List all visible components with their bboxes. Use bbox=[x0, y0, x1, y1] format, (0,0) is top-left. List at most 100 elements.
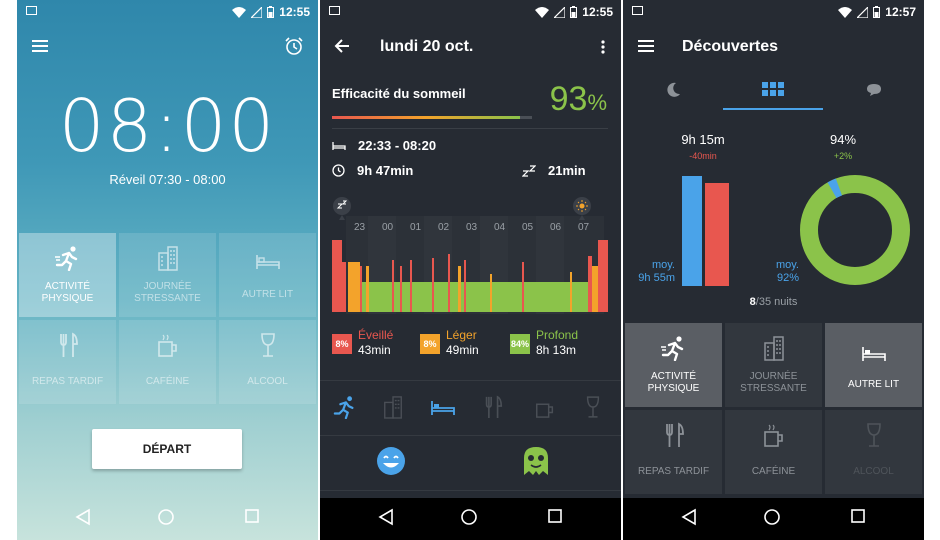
hour-label: 05 bbox=[522, 222, 534, 233]
coffee-icon[interactable] bbox=[534, 395, 556, 419]
legend-awake: 8% Éveillé 43min bbox=[332, 328, 393, 358]
hour-label: 02 bbox=[438, 222, 450, 233]
back-icon[interactable] bbox=[75, 508, 91, 526]
hour-label: 04 bbox=[494, 222, 506, 233]
back-icon[interactable] bbox=[681, 508, 697, 526]
wine-glass-icon[interactable] bbox=[584, 395, 602, 419]
tile-other-bed[interactable]: AUTRE LIT bbox=[219, 233, 316, 317]
app-bar: Découvertes bbox=[623, 24, 924, 70]
wifi-icon bbox=[838, 6, 853, 18]
tile-label: JOURNÉE STRESSANTE bbox=[740, 371, 807, 394]
tile-stressful-day[interactable]: JOURNÉE STRESSANTE bbox=[119, 233, 216, 317]
tile-alcohol[interactable]: ALCOOL bbox=[219, 320, 316, 404]
start-button[interactable]: DÉPART bbox=[92, 429, 242, 469]
tile-physical-activity[interactable]: ACTIVITÉ PHYSIQUE bbox=[19, 233, 116, 317]
running-icon bbox=[54, 246, 77, 271]
running-icon[interactable] bbox=[332, 395, 358, 419]
tile-caffeine[interactable]: CAFÉINE bbox=[119, 320, 216, 404]
status-time: 12:57 bbox=[885, 5, 916, 19]
awake-time: 43min bbox=[358, 343, 391, 357]
duration-avg-label: moy. bbox=[651, 259, 675, 271]
efficiency-average: moy. 92% bbox=[763, 259, 799, 285]
nights-total: /35 nuits bbox=[755, 296, 798, 308]
tile-physical-activity[interactable]: ACTIVITÉ PHYSIQUE bbox=[625, 323, 722, 407]
tab-bar bbox=[623, 70, 924, 110]
zzz-icon bbox=[522, 164, 536, 177]
notification-image-icon bbox=[632, 6, 643, 15]
tile-label: REPAS TARDIF bbox=[31, 376, 104, 387]
tile-late-meal[interactable]: REPAS TARDIF bbox=[19, 320, 116, 404]
tab-factors[interactable] bbox=[723, 70, 823, 110]
efficiency-label: Efficacité du sommeil bbox=[332, 86, 466, 101]
tile-label: AUTRE LIT bbox=[241, 289, 294, 300]
signal-icon bbox=[251, 6, 263, 18]
factor-grid: ACTIVITÉ PHYSIQUE JOURNÉE STRESSANTE AUT… bbox=[625, 323, 922, 494]
tile-stressful-day[interactable]: JOURNÉE STRESSANTE bbox=[725, 323, 822, 407]
home-icon[interactable] bbox=[460, 508, 478, 526]
tab-nights[interactable] bbox=[623, 70, 723, 110]
factors-row bbox=[320, 380, 621, 436]
tab-comments[interactable] bbox=[824, 70, 924, 110]
wine-glass-icon bbox=[866, 423, 881, 447]
fall-asleep-time: 21min bbox=[548, 163, 586, 178]
home-icon[interactable] bbox=[763, 508, 781, 526]
efficiency-unit: % bbox=[587, 90, 607, 115]
hour-label: 23 bbox=[354, 222, 366, 233]
hour-labels: 23 00 01 02 03 04 05 06 07 bbox=[354, 222, 590, 233]
donut-ring bbox=[800, 175, 910, 285]
menu-icon[interactable] bbox=[32, 40, 48, 52]
tile-caffeine[interactable]: CAFÉINE bbox=[725, 410, 822, 494]
efficiency-donut bbox=[800, 175, 910, 285]
duration-bar-average bbox=[705, 183, 729, 286]
deep-sleep-band bbox=[358, 282, 600, 312]
back-icon[interactable] bbox=[378, 508, 394, 526]
building-icon bbox=[157, 246, 178, 271]
recent-apps-icon[interactable] bbox=[547, 508, 563, 524]
tile-alcohol[interactable]: ALCOOL bbox=[825, 410, 922, 494]
notification-image-icon bbox=[26, 6, 37, 15]
bed-icon[interactable] bbox=[430, 399, 456, 417]
tile-label: CAFÉINE bbox=[145, 376, 190, 387]
alarm-clock-icon[interactable] bbox=[284, 36, 304, 56]
hour-label: 06 bbox=[550, 222, 562, 233]
tile-other-bed[interactable]: AUTRE LIT bbox=[825, 323, 922, 407]
menu-icon[interactable] bbox=[638, 40, 654, 52]
tile-late-meal[interactable]: REPAS TARDIF bbox=[625, 410, 722, 494]
building-icon bbox=[763, 336, 784, 361]
back-arrow-icon[interactable] bbox=[334, 38, 350, 54]
hour-label: 07 bbox=[578, 222, 590, 233]
signal-icon bbox=[554, 6, 566, 18]
recent-apps-icon[interactable] bbox=[244, 508, 260, 524]
efficiency-bar bbox=[332, 116, 520, 119]
divider bbox=[332, 128, 608, 129]
bed-icon bbox=[861, 347, 886, 361]
bed-icon bbox=[255, 255, 280, 269]
light-pct: 8% bbox=[420, 334, 440, 354]
wifi-icon bbox=[535, 6, 550, 18]
efficiency-value: 93% bbox=[550, 80, 607, 119]
ghost-icon[interactable] bbox=[522, 445, 550, 477]
deep-label: Profond bbox=[536, 328, 579, 342]
legend-light: 8% Léger 49min bbox=[420, 328, 479, 358]
alarm-time[interactable]: 08:00 bbox=[17, 84, 318, 168]
nav-bar bbox=[623, 498, 924, 540]
fork-knife-icon[interactable] bbox=[482, 395, 504, 419]
home-icon[interactable] bbox=[157, 508, 175, 526]
efficiency-value: 94% bbox=[829, 132, 857, 147]
more-options-icon[interactable] bbox=[601, 40, 605, 54]
recent-apps-icon[interactable] bbox=[850, 508, 866, 524]
duration-bar-chart bbox=[682, 176, 729, 286]
deep-time: 8h 13m bbox=[536, 343, 577, 357]
battery-icon bbox=[873, 6, 881, 18]
nights-count: 8/35 nuits bbox=[623, 296, 924, 308]
duration-avg-value: 9h 55m bbox=[638, 272, 675, 284]
nav-bar bbox=[17, 498, 318, 540]
awake-pct: 8% bbox=[332, 334, 352, 354]
tile-label: ACTIVITÉ PHYSIQUE bbox=[41, 281, 94, 304]
moon-icon bbox=[667, 82, 680, 97]
bed-small-icon bbox=[332, 141, 346, 150]
night-detail-screen: 12:55 lundi 20 oct. Efficacité du sommei… bbox=[320, 0, 621, 540]
happy-face-icon[interactable] bbox=[376, 446, 406, 476]
grid-icon bbox=[762, 82, 784, 96]
building-icon[interactable] bbox=[382, 395, 404, 419]
